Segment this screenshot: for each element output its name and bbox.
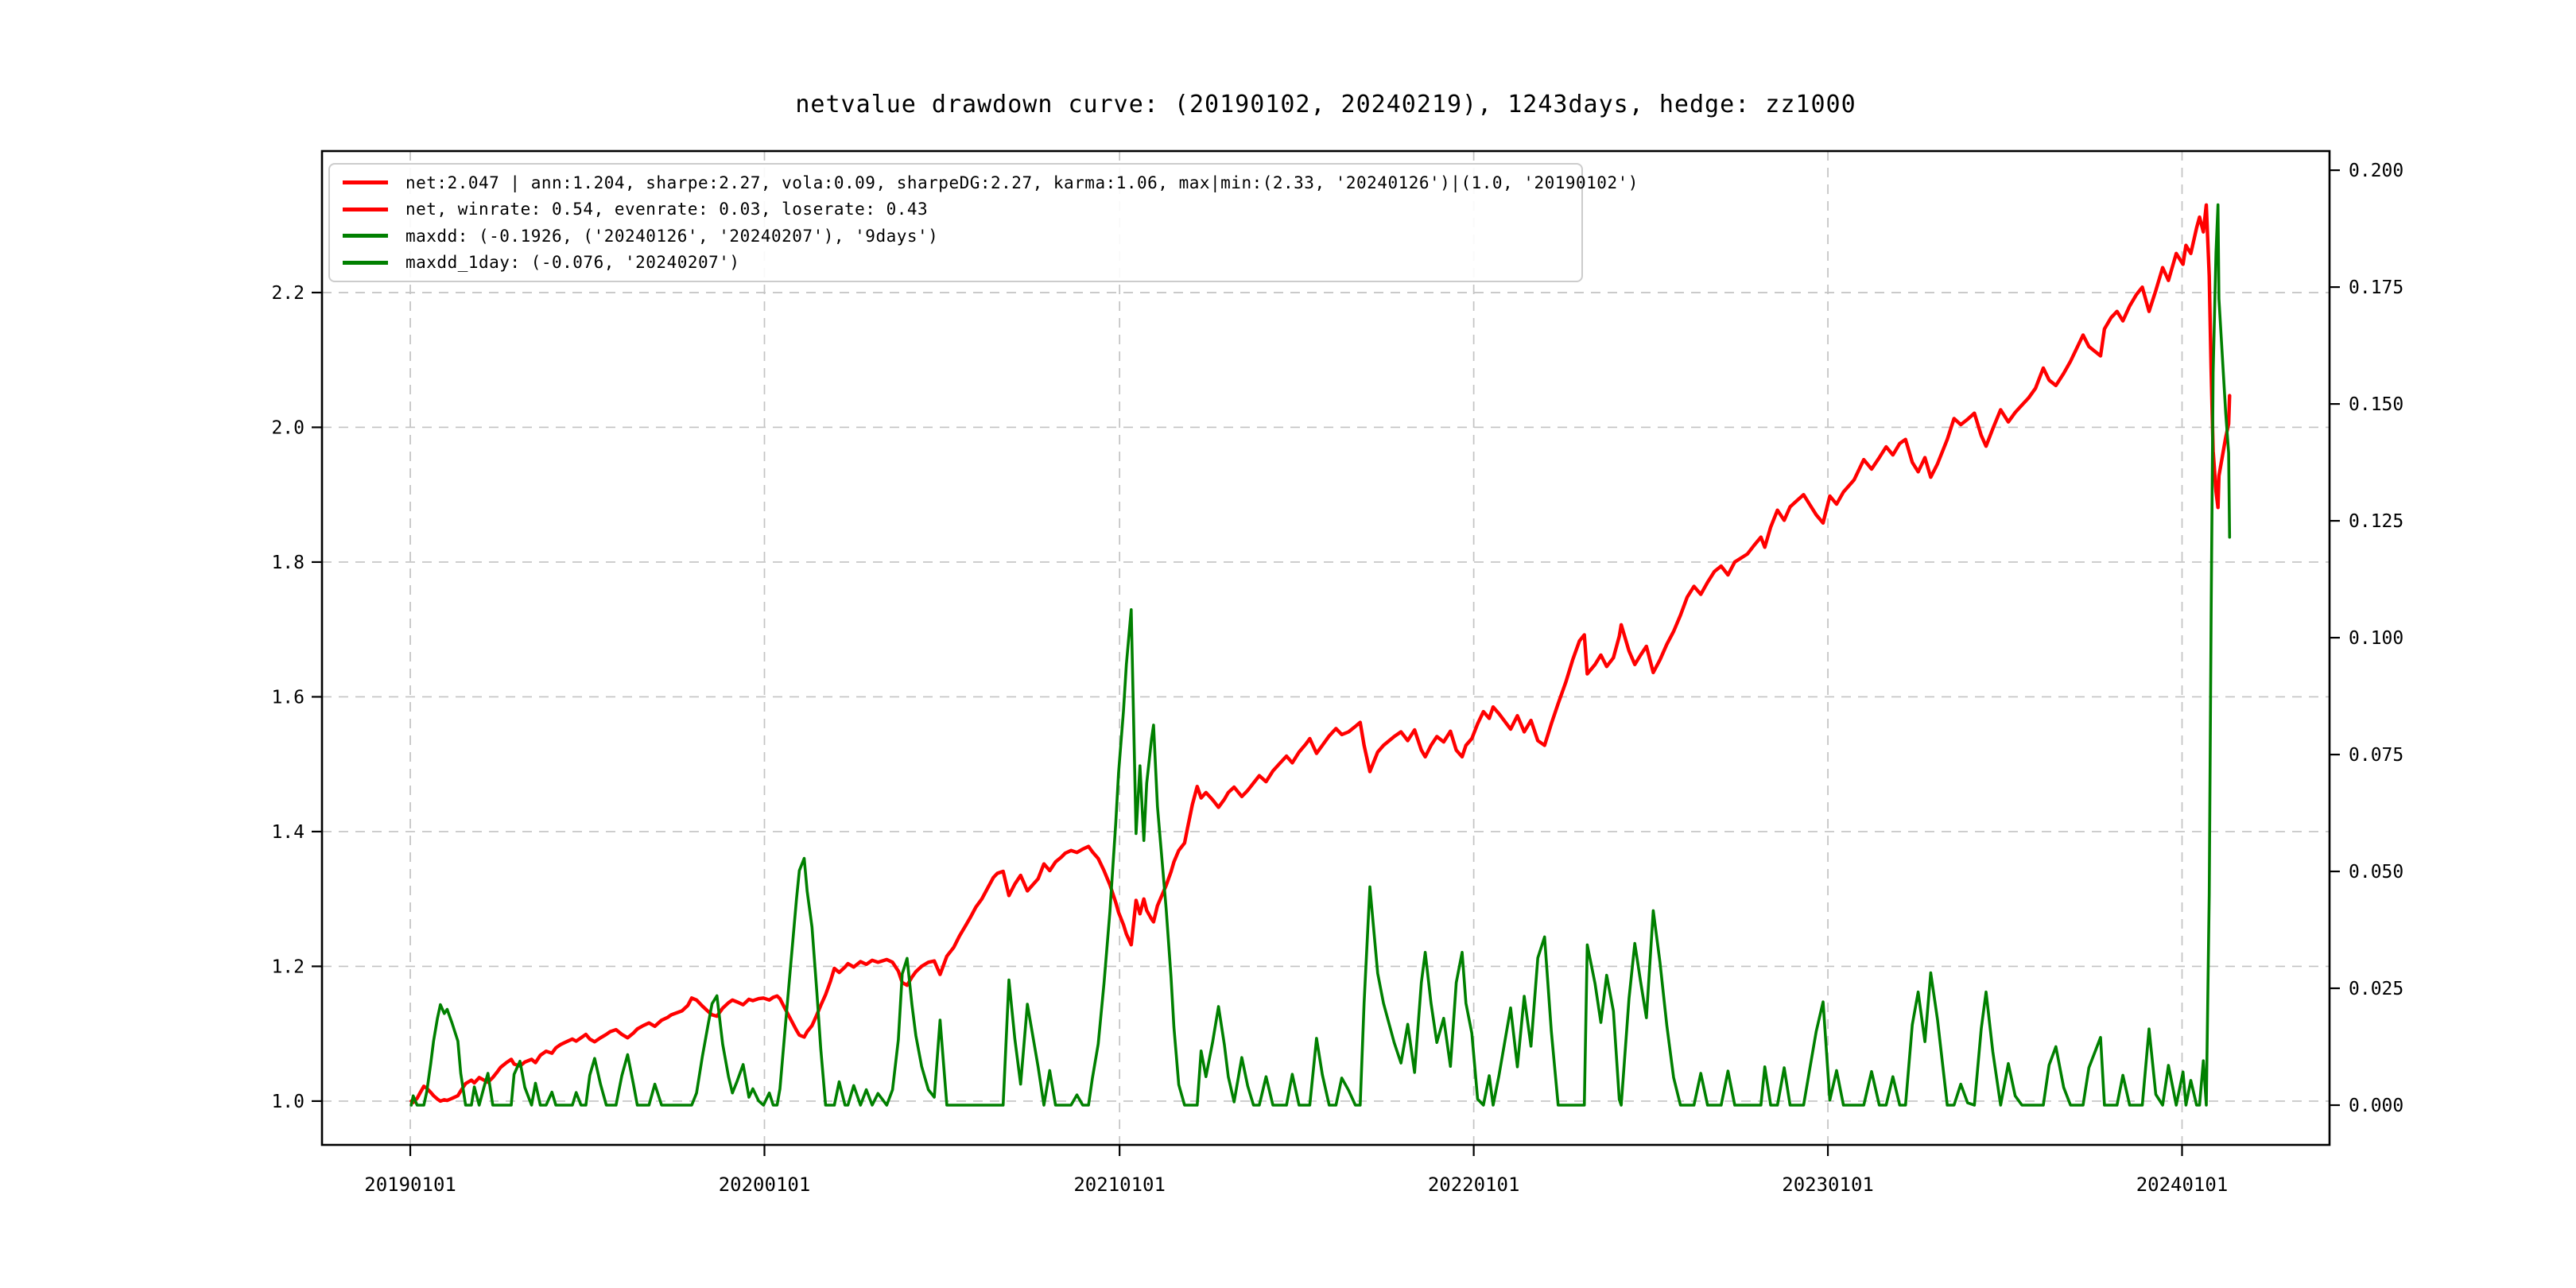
legend-row-net-rates: net, winrate: 0.54, evenrate: 0.03, lose… xyxy=(343,196,1581,223)
y-left-tick-label: 1.6 xyxy=(271,687,305,708)
x-tick-label: 20210101 xyxy=(1073,1174,1166,1196)
maxdd-line-swatch-icon xyxy=(343,234,388,238)
net-line-swatch-icon xyxy=(343,208,388,211)
net-line-swatch-icon xyxy=(343,180,388,184)
figure: 1.0 1.2 1.4 1.6 1.8 2.0 2.2 0.000 0.025 0.050 0.07… xyxy=(0,0,2576,1288)
y-right-tick-label: 0.050 xyxy=(2349,862,2403,883)
y-left-tick-label: 2.2 xyxy=(271,283,305,304)
y-left-tick-label: 1.2 xyxy=(271,956,305,977)
legend-row-maxdd: maxdd: (-0.1926, ('20240126', '20240207'… xyxy=(343,223,1581,250)
legend-label-net-rates: net, winrate: 0.54, evenrate: 0.03, lose… xyxy=(405,200,928,219)
y-left-tick-label: 1.4 xyxy=(271,822,305,843)
x-tick-label: 20230101 xyxy=(1782,1174,1874,1196)
legend-row-net: net:2.047 | ann:1.204, sharpe:2.27, vola… xyxy=(343,169,1581,196)
net-line xyxy=(411,205,2229,1103)
maxdd-1day-line-swatch-icon xyxy=(343,261,388,265)
y-right-tick-label: 0.000 xyxy=(2349,1096,2403,1116)
y-right-tick-label: 0.150 xyxy=(2349,394,2403,415)
legend: net:2.047 | ann:1.204, sharpe:2.27, vola… xyxy=(328,163,1583,282)
x-tick-label: 20220101 xyxy=(1428,1174,1520,1196)
x-tick-label: 20190101 xyxy=(364,1174,456,1196)
y-right-tick-label: 0.100 xyxy=(2349,628,2403,649)
x-tick-label: 20200101 xyxy=(719,1174,811,1196)
y-right-tick-label: 0.125 xyxy=(2349,511,2403,532)
legend-label-maxdd: maxdd: (-0.1926, ('20240126', '20240207'… xyxy=(405,227,938,246)
legend-row-maxdd-1day: maxdd_1day: (-0.076, '20240207') xyxy=(343,250,1581,277)
plot-border xyxy=(322,151,2330,1145)
y-right-tick-label: 0.175 xyxy=(2349,277,2403,298)
legend-label-net-stats: net:2.047 | ann:1.204, sharpe:2.27, vola… xyxy=(405,173,1639,192)
y-right-tick-label: 0.200 xyxy=(2349,161,2403,181)
y-left-tick-label: 1.0 xyxy=(271,1092,305,1112)
legend-label-maxdd-1day: maxdd_1day: (-0.076, '20240207') xyxy=(405,253,740,272)
drawdown-line xyxy=(411,205,2229,1105)
y-left-tick-label: 1.8 xyxy=(271,553,305,573)
y-right-tick-label: 0.025 xyxy=(2349,979,2403,999)
chart-title: netvalue drawdown curve: (20190102, 2024… xyxy=(322,91,2330,118)
x-tick-label: 20240101 xyxy=(2136,1174,2229,1196)
y-right-tick-label: 0.075 xyxy=(2349,745,2403,766)
y-left-tick-label: 2.0 xyxy=(271,417,305,438)
